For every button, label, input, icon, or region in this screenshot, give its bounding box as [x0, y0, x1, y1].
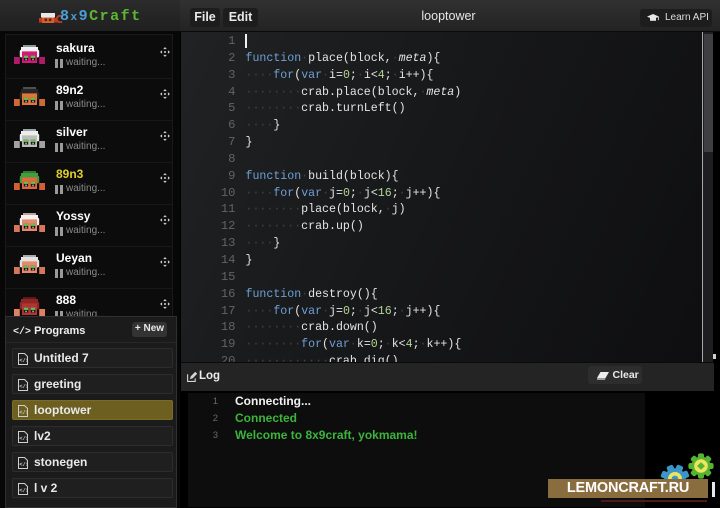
svg-text:</>: </>: [19, 461, 28, 468]
svg-text:</>: </>: [19, 435, 28, 442]
svg-text:</>: </>: [19, 357, 28, 364]
svg-text:</>: </>: [19, 383, 28, 390]
svg-text:</>: </>: [19, 409, 28, 416]
svg-text:</>: </>: [19, 487, 28, 494]
